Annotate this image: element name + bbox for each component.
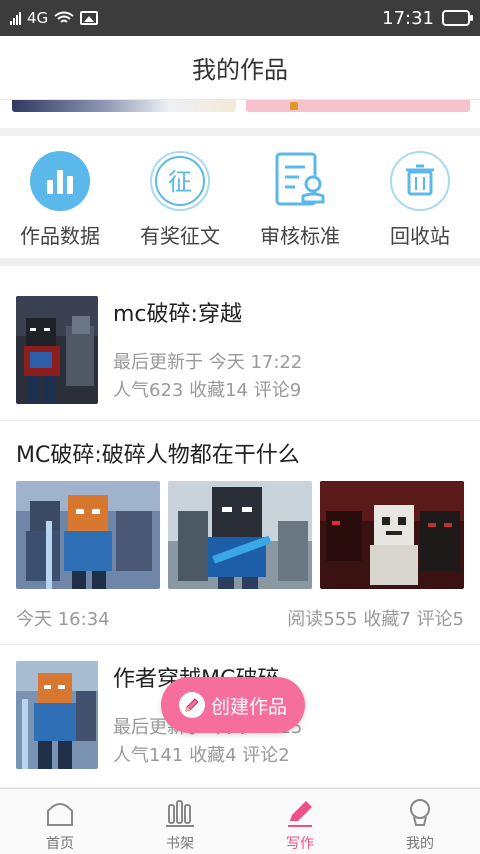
quick-action-label: 作品数据	[20, 224, 100, 248]
work-cover-image	[16, 296, 98, 404]
create-work-label: 创建作品	[210, 695, 287, 718]
home-icon	[47, 803, 73, 826]
nav-write[interactable]: 写作	[240, 789, 360, 854]
post-image[interactable]	[168, 481, 312, 589]
banner-image-left[interactable]	[12, 100, 236, 112]
page-title: 我的作品	[192, 56, 288, 84]
title-bar: 我的作品	[0, 36, 480, 100]
nav-label: 首页	[46, 836, 74, 852]
pencil-icon	[178, 692, 205, 718]
review-document-icon	[269, 150, 331, 212]
wifi-icon	[54, 11, 74, 23]
nav-profile[interactable]: 我的	[360, 789, 480, 854]
trash-icon	[389, 150, 451, 212]
post-image-row	[16, 481, 464, 589]
work-cover-image	[16, 661, 98, 769]
work-card[interactable]: mc破碎:穿越 最后更新于 今天 17:22 人气623 收藏14 评论9	[0, 266, 480, 421]
quick-action-label: 审核标准	[260, 224, 340, 248]
quick-action-label: 有奖征文	[140, 224, 220, 248]
write-pen-icon	[288, 801, 312, 827]
quick-action-review-standards[interactable]: 审核标准	[240, 136, 360, 258]
network-type: 4G	[27, 9, 49, 27]
bottom-nav: 首页 书架 写作 我的	[0, 788, 480, 854]
banner-carousel[interactable]	[0, 100, 480, 128]
nav-home[interactable]: 首页	[0, 789, 120, 854]
banner-image-right[interactable]	[246, 100, 470, 112]
quick-action-work-data[interactable]: 作品数据	[0, 136, 120, 258]
nav-label: 书架	[166, 836, 194, 852]
post-card[interactable]: MC破碎:破碎人物都在干什么 今天 16:34 阅读555 收藏7 评论5	[0, 421, 480, 645]
work-updated-time: 最后更新于 今天 17:22	[113, 352, 303, 373]
section-divider	[0, 128, 480, 136]
contest-glyph: 征	[168, 168, 192, 196]
nav-bookshelf[interactable]: 书架	[120, 789, 240, 854]
post-image[interactable]	[320, 481, 464, 589]
signal-icon	[10, 11, 21, 25]
work-title[interactable]: mc破碎:穿越	[113, 296, 242, 328]
quick-action-contest[interactable]: 征 有奖征文	[120, 136, 240, 258]
post-title[interactable]: MC破碎:破碎人物都在干什么	[16, 437, 300, 469]
image-notification-icon	[80, 11, 99, 25]
profile-icon	[410, 799, 430, 826]
post-stats: 阅读555 收藏7 评论5	[287, 609, 464, 630]
contest-icon: 征	[149, 150, 211, 212]
status-bar: 4G 17:31	[0, 0, 480, 36]
work-stats: 人气623 收藏14 评论9	[113, 380, 302, 401]
quick-action-label: 回收站	[390, 224, 450, 248]
battery-icon	[442, 10, 473, 26]
bookshelf-icon	[166, 800, 194, 827]
section-divider	[0, 258, 480, 266]
nav-label: 写作	[286, 836, 314, 852]
post-image[interactable]	[16, 481, 160, 589]
bar-chart-icon	[29, 150, 91, 212]
create-work-button[interactable]: 创建作品	[161, 677, 305, 733]
clock: 17:31	[382, 7, 434, 29]
quick-action-recycle-bin[interactable]: 回收站	[360, 136, 480, 258]
work-stats: 人气141 收藏4 评论2	[113, 745, 290, 766]
nav-label: 我的	[406, 836, 434, 852]
quick-actions: 作品数据 征 有奖征文 审核标准 回收站	[0, 136, 480, 258]
post-time: 今天 16:34	[16, 609, 110, 630]
